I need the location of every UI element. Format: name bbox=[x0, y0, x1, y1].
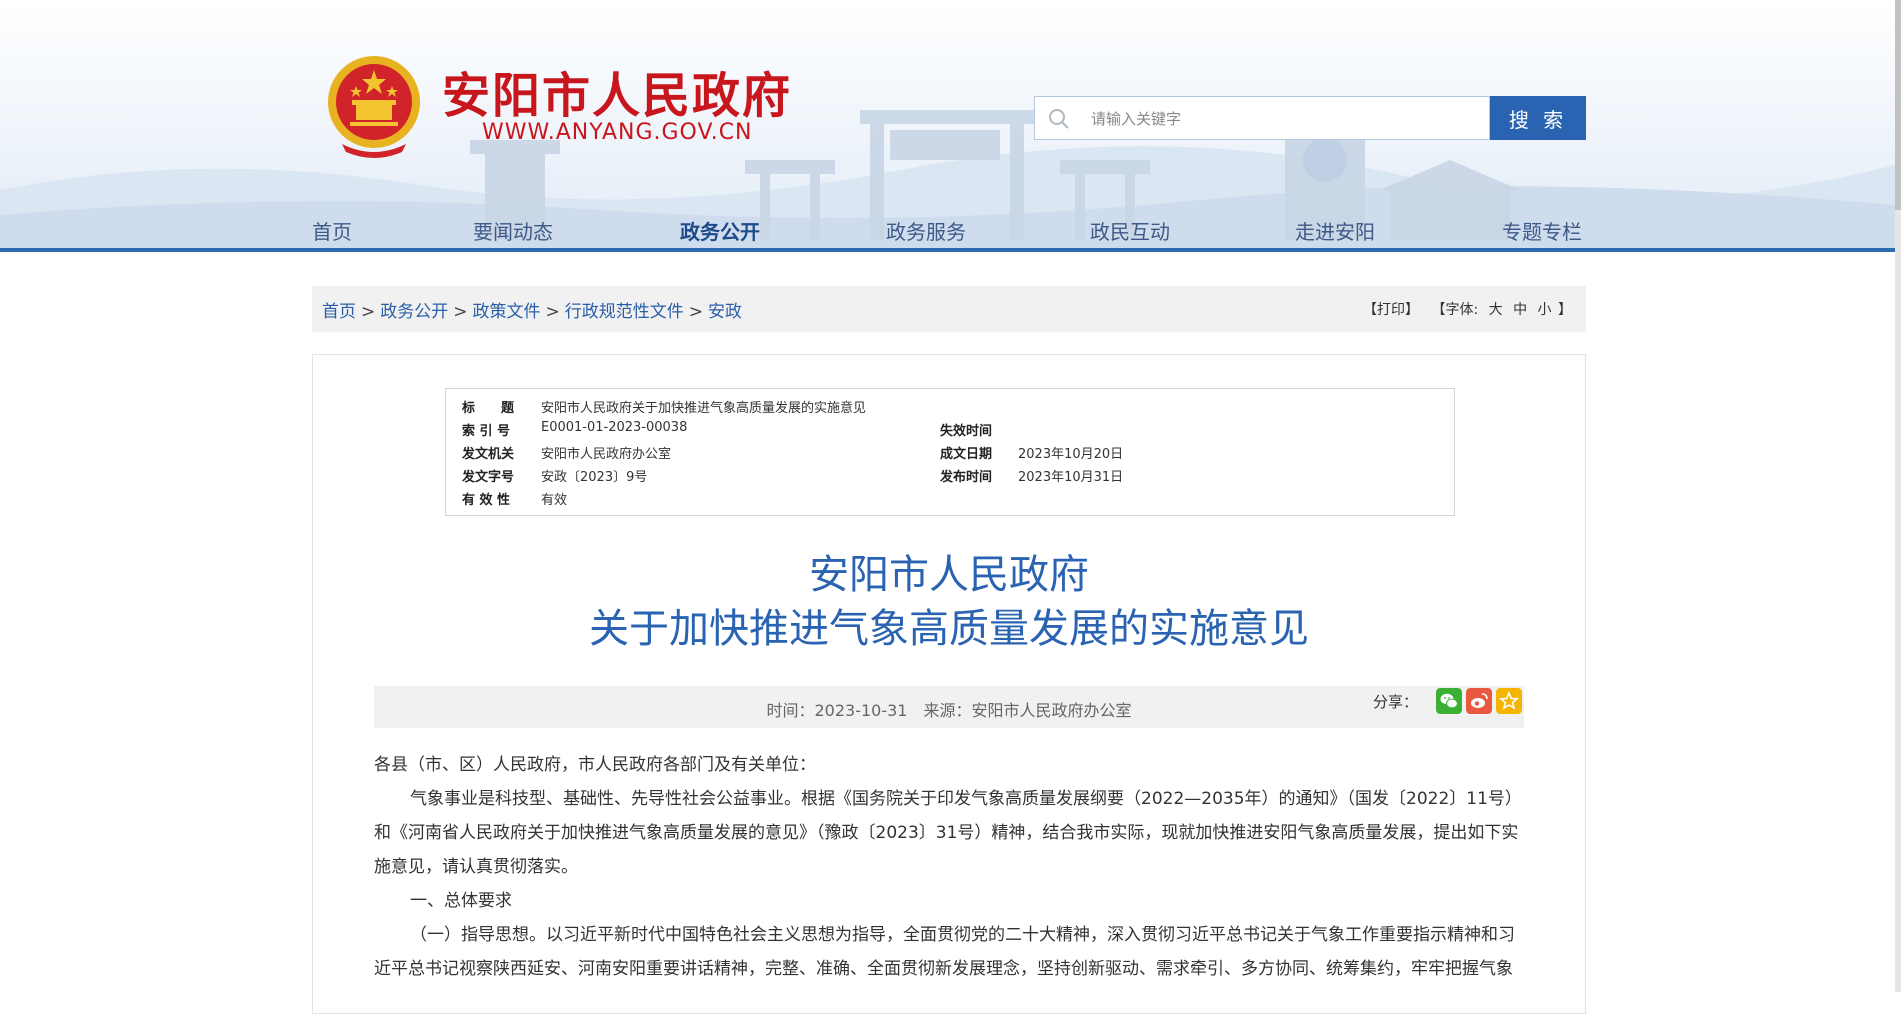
section-heading: 一、总体要求 bbox=[410, 891, 512, 911]
body-paragraph: 气象事业是科技型、基础性、先导性社会公益事业。根据《国务院关于印发气象高质量发展… bbox=[374, 789, 1522, 877]
national-emblem-logo bbox=[328, 56, 420, 158]
nav-item-news[interactable]: 要闻动态 bbox=[473, 216, 553, 245]
search-icon bbox=[1049, 109, 1069, 129]
breadcrumb-bar: 首页 > 政务公开 > 政策文件 > 行政规范性文件 > 安政 【打印】 【字体: 大 中 小 … bbox=[312, 286, 1586, 332]
document-title-line2: 关于加快推进气象高质量发展的实施意见 bbox=[589, 606, 1309, 652]
document-title: 安阳市人民政府 关于加快推进气象高质量发展的实施意见 bbox=[312, 548, 1586, 656]
document-metadata-table: 标 题 安阳市人民政府关于加快推进气象高质量发展的实施意见 索 引 号 E000… bbox=[445, 388, 1455, 516]
nav-item-services[interactable]: 政务服务 bbox=[886, 216, 966, 245]
breadcrumb-government-affairs[interactable]: 政务公开 bbox=[380, 302, 448, 322]
main-nav: 首页 要闻动态 政务公开 政务服务 政民互动 走进安阳 专题专栏 bbox=[312, 216, 1586, 248]
favorite-icon[interactable] bbox=[1496, 688, 1522, 714]
font-size-small-button[interactable]: 小 bbox=[1538, 302, 1552, 318]
breadcrumb-separator: > bbox=[361, 302, 376, 322]
header-divider bbox=[0, 248, 1895, 252]
meta-index-label: 索 引 号 bbox=[462, 424, 511, 439]
meta-written-date-value: 2023年10月20日 bbox=[1018, 447, 1124, 462]
wechat-icon[interactable] bbox=[1436, 688, 1462, 714]
nav-item-interaction[interactable]: 政民互动 bbox=[1090, 216, 1170, 245]
breadcrumb-home[interactable]: 首页 bbox=[322, 302, 356, 322]
salutation: 各县（市、区）人民政府，市人民政府各部门及有关单位： bbox=[374, 755, 816, 775]
weibo-icon[interactable] bbox=[1466, 688, 1492, 714]
breadcrumb-separator: > bbox=[453, 302, 468, 322]
meta-docno-label: 发文字号 bbox=[462, 470, 515, 485]
meta-docno-value: 安政〔2023〕9号 bbox=[541, 470, 648, 485]
meta-written-date-label: 成文日期 bbox=[940, 447, 993, 462]
search-button[interactable]: 搜 索 bbox=[1490, 96, 1586, 140]
site-header: 安阳市人民政府 WWW.ANYANG.GOV.CN 搜 索 首页 要闻动态 政务… bbox=[0, 0, 1895, 250]
meta-publish-label: 发布时间 bbox=[940, 470, 993, 485]
meta-index-value: E0001-01-2023-00038 bbox=[541, 420, 688, 435]
publish-time: 时间：2023-10-31 bbox=[766, 701, 908, 720]
site-title: 安阳市人民政府 bbox=[442, 68, 793, 124]
meta-validity-value: 有效 bbox=[541, 493, 568, 508]
scrollbar-thumb[interactable] bbox=[1895, 0, 1901, 210]
font-size-large-button[interactable]: 大 bbox=[1489, 302, 1503, 318]
meta-issuer-value: 安阳市人民政府办公室 bbox=[541, 447, 672, 462]
font-size-suffix: 】 bbox=[1558, 302, 1572, 318]
header-landmark-illustration bbox=[0, 110, 1895, 250]
meta-expire-label: 失效时间 bbox=[940, 424, 993, 439]
body-paragraph: （一）指导思想。以习近平新时代中国特色社会主义思想为指导，全面贯彻党的二十大精神… bbox=[374, 925, 1515, 979]
breadcrumb-separator: > bbox=[545, 302, 560, 322]
breadcrumb-normative-documents[interactable]: 行政规范性文件 bbox=[565, 302, 684, 322]
page-scrollbar[interactable] bbox=[1895, 0, 1901, 992]
share-label: 分享： bbox=[1372, 693, 1418, 711]
meta-publish-value: 2023年10月31日 bbox=[1018, 470, 1124, 485]
meta-title-label: 标 题 bbox=[462, 401, 515, 416]
meta-validity-label: 有 效 性 bbox=[462, 493, 511, 508]
meta-title-value: 安阳市人民政府关于加快推进气象高质量发展的实施意见 bbox=[541, 401, 867, 416]
document-title-line1: 安阳市人民政府 bbox=[809, 552, 1089, 598]
nav-item-special-topics[interactable]: 专题专栏 bbox=[1502, 216, 1582, 245]
meta-issuer-label: 发文机关 bbox=[462, 447, 515, 462]
font-size-prefix: 【字体: bbox=[1431, 302, 1479, 318]
page-tools: 【打印】 【字体: 大 中 小 】 bbox=[1363, 299, 1572, 319]
search-box bbox=[1034, 96, 1490, 140]
nav-item-home[interactable]: 首页 bbox=[312, 216, 352, 245]
search-input[interactable] bbox=[1089, 105, 1483, 133]
nav-item-about-anyang[interactable]: 走进安阳 bbox=[1295, 216, 1375, 245]
document-source: 来源：安阳市人民政府办公室 bbox=[923, 701, 1132, 720]
print-button[interactable]: 【打印】 bbox=[1363, 302, 1419, 318]
document-info: 时间：2023-10-31 来源：安阳市人民政府办公室 bbox=[374, 697, 1524, 721]
breadcrumb: 首页 > 政务公开 > 政策文件 > 行政规范性文件 > 安政 bbox=[322, 297, 742, 322]
document-info-bar: 时间：2023-10-31 来源：安阳市人民政府办公室 分享： bbox=[374, 686, 1524, 728]
document-body: 各县（市、区）人民政府，市人民政府各部门及有关单位： 气象事业是科技型、基础性、… bbox=[374, 748, 1524, 986]
nav-item-government-affairs[interactable]: 政务公开 bbox=[680, 216, 760, 245]
site-domain: WWW.ANYANG.GOV.CN bbox=[482, 120, 753, 145]
font-size-medium-button[interactable]: 中 bbox=[1513, 302, 1527, 318]
breadcrumb-separator: > bbox=[688, 302, 703, 322]
breadcrumb-policy-documents[interactable]: 政策文件 bbox=[473, 302, 541, 322]
breadcrumb-anzheng[interactable]: 安政 bbox=[708, 302, 742, 322]
